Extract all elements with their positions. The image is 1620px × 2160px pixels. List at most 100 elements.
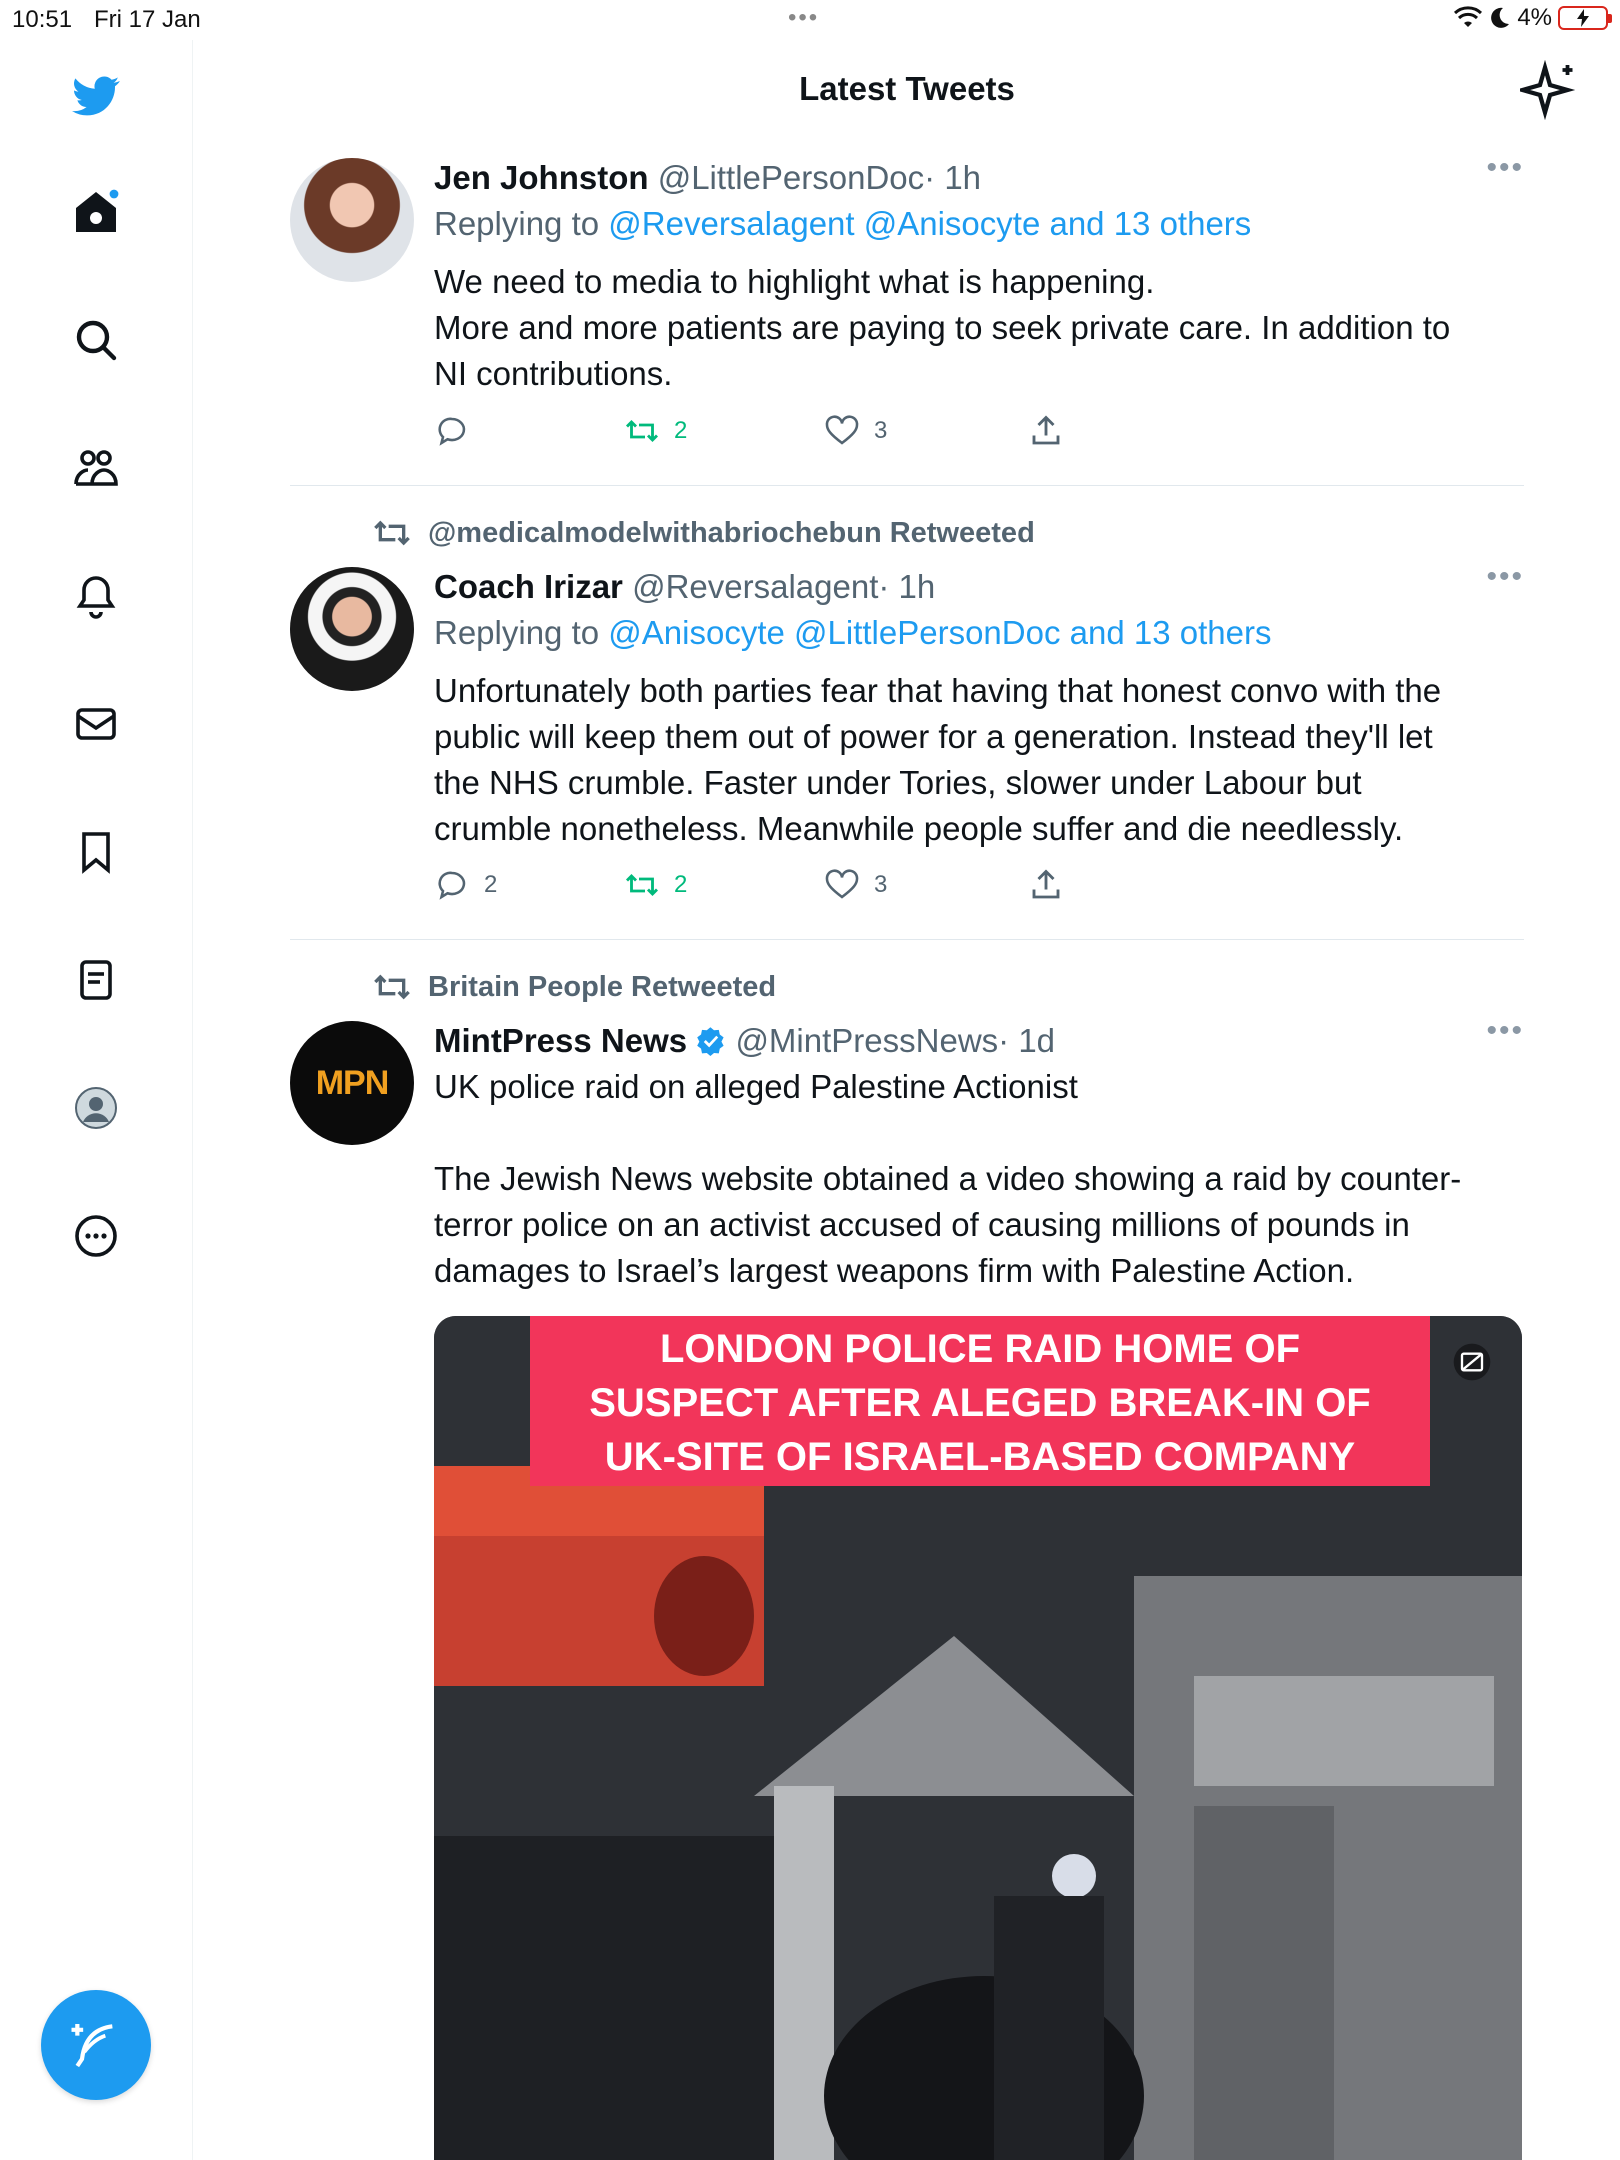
banner-line: SUSPECT AFTER ALEGED BREAK-IN OF bbox=[589, 1381, 1371, 1425]
moon-icon bbox=[1491, 7, 1510, 28]
share-icon bbox=[1032, 869, 1060, 899]
bookmarks-icon[interactable] bbox=[64, 820, 128, 884]
tweet-text-line: NI contributions. bbox=[434, 355, 673, 392]
tweet-timestamp[interactable]: · 1h bbox=[878, 568, 935, 605]
status-date: Fri 17 Jan bbox=[94, 6, 201, 33]
banner-line: UK-SITE OF ISRAEL-BASED COMPANY bbox=[604, 1435, 1356, 1479]
communities-icon[interactable] bbox=[64, 436, 128, 500]
tweet-text-line: public will keep them out of power for a… bbox=[434, 718, 1433, 755]
like-button[interactable]: 3 bbox=[824, 867, 887, 903]
avatar[interactable] bbox=[290, 158, 414, 282]
share-button[interactable] bbox=[1028, 413, 1064, 449]
tweet-text-line: the NHS crumble. Faster under Tories, sl… bbox=[434, 764, 1362, 801]
replying-prefix: Replying to bbox=[434, 205, 600, 242]
tweet-text-line: Unfortunately both parties fear that hav… bbox=[434, 672, 1442, 709]
retweet-button[interactable]: 2 bbox=[624, 413, 687, 449]
like-count: 3 bbox=[874, 417, 888, 444]
tweet-text-line: The Jewish News website obtained a video… bbox=[434, 1160, 1462, 1197]
like-count: 3 bbox=[874, 871, 888, 898]
compose-feather-icon bbox=[71, 2024, 113, 2068]
tweet-text-line: crumble nonetheless. Meanwhile people su… bbox=[434, 810, 1404, 847]
share-button[interactable] bbox=[1028, 867, 1064, 903]
reply-icon bbox=[438, 871, 466, 900]
tweet-video-media[interactable]: LONDON POLICE RAID HOME OF SUSPECT AFTER… bbox=[434, 1316, 1522, 2160]
author-name[interactable]: Jen Johnston bbox=[434, 159, 649, 196]
heart-icon bbox=[825, 869, 859, 899]
more-options-icon[interactable] bbox=[64, 1204, 128, 1268]
home-icon[interactable] bbox=[64, 180, 128, 244]
sparkle-icon[interactable] bbox=[1520, 60, 1580, 120]
battery-icon bbox=[1558, 6, 1612, 30]
author-name[interactable]: Coach Irizar bbox=[434, 568, 623, 605]
video-caption-banner: LONDON POLICE RAID HOME OF SUSPECT AFTER… bbox=[530, 1316, 1430, 1486]
lists-icon[interactable] bbox=[64, 948, 128, 1012]
retweeted-by-text: @medicalmodelwithabriochebun Retweeted bbox=[428, 516, 1035, 549]
tweet-text: We need to media to highlight what is ha… bbox=[434, 259, 1514, 397]
sensitive-media-icon[interactable] bbox=[1452, 1342, 1492, 1382]
author-handle[interactable]: @MintPressNews bbox=[735, 1022, 998, 1059]
avatar[interactable]: MPN bbox=[290, 1021, 414, 1145]
wifi-icon bbox=[1454, 6, 1483, 27]
messages-envelope-icon[interactable] bbox=[64, 692, 128, 756]
replying-to-link[interactable]: @Anisocyte @LittlePersonDoc and 13 other… bbox=[608, 614, 1271, 651]
replying-to-line: Replying to @Anisocyte @LittlePersonDoc … bbox=[434, 610, 1514, 656]
tweet-more-icon[interactable]: ••• bbox=[1486, 560, 1524, 594]
tweet-author-line: MintPress News @MintPressNews· 1d bbox=[434, 1018, 1514, 1064]
tweet-text-line: damages to Israel’s largest weapons firm… bbox=[434, 1252, 1355, 1289]
tweet-divider bbox=[290, 485, 1524, 486]
retweet-count: 2 bbox=[674, 871, 688, 898]
retweeted-by-text: Britain People Retweeted bbox=[428, 970, 777, 1003]
banner-line: LONDON POLICE RAID HOME OF bbox=[660, 1327, 1300, 1371]
page-title: Latest Tweets bbox=[799, 70, 1015, 107]
share-icon bbox=[1032, 415, 1060, 445]
multitasking-dots-icon[interactable]: ••• bbox=[788, 4, 819, 32]
tweet-divider bbox=[290, 939, 1524, 940]
status-indicators: 4% bbox=[1453, 4, 1612, 32]
battery-percent: 4% bbox=[1517, 4, 1552, 31]
tweet-text-line: More and more patients are paying to see… bbox=[434, 309, 1451, 346]
compose-tweet-button[interactable] bbox=[41, 1990, 151, 2100]
retweet-count: 2 bbox=[674, 417, 688, 444]
avatar[interactable] bbox=[290, 567, 414, 691]
profile-avatar-icon[interactable] bbox=[64, 1076, 128, 1140]
author-handle[interactable]: @Reversalagent bbox=[632, 568, 878, 605]
twitter-logo-icon[interactable] bbox=[64, 64, 128, 128]
tweet-more-icon[interactable]: ••• bbox=[1486, 1014, 1524, 1048]
tweet-headline: UK police raid on alleged Palestine Acti… bbox=[434, 1068, 1078, 1105]
tweet-more-icon[interactable]: ••• bbox=[1486, 151, 1524, 185]
tweet-card[interactable]: Coach Irizar @Reversalagent· 1h Replying… bbox=[290, 560, 1524, 917]
tweet-card[interactable]: MPN MintPress News @MintPressNews· 1d UK… bbox=[290, 1014, 1524, 1318]
replying-to-line: Replying to @Reversalagent @Anisocyte an… bbox=[434, 201, 1514, 247]
tweet-actions: 2 3 bbox=[434, 413, 1094, 463]
retweet-icon bbox=[374, 974, 410, 1000]
status-time: 10:51 bbox=[12, 6, 73, 33]
reply-count: 2 bbox=[484, 871, 498, 898]
search-icon[interactable] bbox=[64, 308, 128, 372]
tweet-timestamp[interactable]: · 1h bbox=[924, 159, 981, 196]
author-handle[interactable]: @LittlePersonDoc bbox=[658, 159, 924, 196]
retweet-icon bbox=[625, 419, 659, 443]
replying-prefix: Replying to bbox=[434, 614, 600, 651]
tweet-text-line: We need to media to highlight what is ha… bbox=[434, 263, 1155, 300]
retweet-icon bbox=[625, 873, 659, 897]
retweeted-by-line[interactable]: @medicalmodelwithabriochebun Retweeted bbox=[372, 513, 1035, 553]
retweeted-by-line[interactable]: Britain People Retweeted bbox=[372, 967, 776, 1007]
reply-button[interactable]: 2 bbox=[434, 867, 497, 903]
author-name[interactable]: MintPress News bbox=[434, 1022, 687, 1059]
heart-icon bbox=[825, 415, 859, 445]
tweet-text-line: terror police on an activist accused of … bbox=[434, 1206, 1410, 1243]
notifications-bell-icon[interactable] bbox=[64, 564, 128, 628]
like-button[interactable]: 3 bbox=[824, 413, 887, 449]
tweet-actions: 2 2 3 bbox=[434, 867, 1094, 917]
timeline-header: Latest Tweets bbox=[194, 40, 1620, 140]
tweet-text: The Jewish News website obtained a video… bbox=[434, 1156, 1514, 1294]
reply-button[interactable] bbox=[434, 413, 484, 449]
reply-icon bbox=[438, 417, 466, 446]
tweet-card[interactable]: Jen Johnston @LittlePersonDoc· 1h Replyi… bbox=[290, 151, 1524, 475]
status-bar: 10:51 Fri 17 Jan ••• 4% bbox=[0, 0, 1620, 40]
replying-to-link[interactable]: @Reversalagent @Anisocyte and 13 others bbox=[608, 205, 1251, 242]
avatar-logo-text: MPN bbox=[315, 1063, 390, 1102]
tweet-timestamp[interactable]: · 1d bbox=[998, 1022, 1055, 1059]
retweet-button[interactable]: 2 bbox=[624, 867, 687, 903]
tweet-author-line: Jen Johnston @LittlePersonDoc· 1h bbox=[434, 155, 1514, 201]
